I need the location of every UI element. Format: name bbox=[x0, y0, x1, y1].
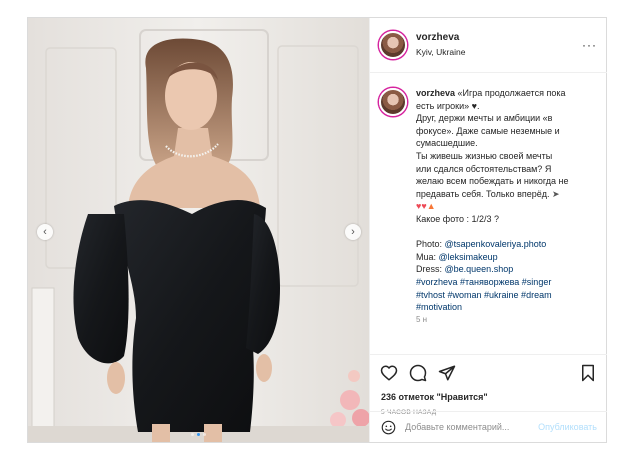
mention-link[interactable]: @be.queen.shop bbox=[445, 264, 514, 274]
carousel-dot bbox=[191, 433, 194, 436]
hashtag-link[interactable]: #tvhost #woman #ukraine #dream bbox=[416, 289, 598, 302]
caption-line: или сдался обстоятельствам? Я bbox=[416, 163, 552, 174]
caption-text: vorzheva «Игра продолжается пока есть иг… bbox=[416, 87, 598, 326]
mention-link[interactable]: @tsapenkovaleriya.photo bbox=[445, 239, 547, 249]
comment-box: Опубликовать bbox=[370, 411, 607, 443]
author-username[interactable]: vorzheva bbox=[416, 32, 459, 43]
smiley-icon[interactable] bbox=[381, 420, 396, 435]
heart-icon[interactable] bbox=[380, 364, 398, 382]
author-location[interactable]: Kyiv, Ukraine bbox=[416, 47, 465, 57]
carousel-indicator bbox=[28, 433, 369, 436]
instagram-post: ‹ › vorzheva Kyiv, Ukraine ··· vorzheva … bbox=[27, 17, 607, 443]
hashtag-link[interactable]: #motivation bbox=[416, 301, 598, 314]
caption-line: есть игроки» bbox=[416, 100, 470, 111]
carousel-dot bbox=[203, 433, 206, 436]
comment-input[interactable] bbox=[405, 419, 545, 435]
mention-link[interactable]: @leksimakeup bbox=[439, 252, 498, 262]
photo-illustration bbox=[28, 18, 369, 442]
post-side-panel: vorzheva Kyiv, Ukraine ··· vorzheva «Игр… bbox=[369, 18, 607, 442]
hashtag-link[interactable]: #vorzheva #таняворжева #singer bbox=[416, 276, 598, 289]
post-photo[interactable]: ‹ › bbox=[28, 18, 369, 442]
caption-line: Друг, держи мечты и амбиции «в bbox=[416, 113, 553, 124]
post-actions: 236 отметок "Нравится" 5 ЧАСОВ НАЗАД Опу… bbox=[370, 354, 607, 443]
caption-timestamp: 5 н bbox=[416, 314, 428, 324]
avatar[interactable] bbox=[379, 31, 407, 59]
paper-plane-icon[interactable] bbox=[438, 364, 456, 382]
publish-button[interactable]: Опубликовать bbox=[538, 422, 597, 432]
caption-line: Какое фото : 1/2/3 ? bbox=[416, 213, 500, 224]
credit-label: Photo: bbox=[416, 239, 445, 250]
carousel-dot-active bbox=[197, 433, 200, 436]
chevron-right-icon[interactable]: › bbox=[345, 224, 361, 240]
post-caption: vorzheva «Игра продолжается пока есть иг… bbox=[370, 73, 607, 353]
chevron-left-icon[interactable]: ‹ bbox=[37, 224, 53, 240]
likes-count[interactable]: 236 отметок "Нравится" bbox=[381, 392, 488, 402]
post-header: vorzheva Kyiv, Ukraine ··· bbox=[370, 18, 607, 73]
rocket-icon: ➤ bbox=[552, 188, 560, 199]
caption-line: фокусе». Даже самые неземные и bbox=[416, 125, 560, 136]
comment-icon[interactable] bbox=[409, 364, 427, 382]
caption-line: желаю всем побеждать и никогда не bbox=[416, 176, 569, 187]
caption-line: предавать себя. Только вперёд. bbox=[416, 188, 550, 199]
caption-username[interactable]: vorzheva bbox=[416, 88, 455, 98]
fire-icon: ▲ bbox=[426, 201, 436, 212]
caption-line: сумасшедшие. bbox=[416, 138, 478, 149]
caption-line: Ты живешь жизнью своей мечты bbox=[416, 150, 553, 161]
credit-label: Dress: bbox=[416, 264, 445, 275]
black-heart-icon: ♥ bbox=[471, 100, 477, 111]
credit-label: Mua: bbox=[416, 251, 439, 262]
caption-avatar[interactable] bbox=[379, 88, 407, 116]
caption-line: «Игра продолжается пока bbox=[457, 88, 566, 98]
more-options-icon[interactable]: ··· bbox=[582, 39, 597, 51]
bookmark-icon[interactable] bbox=[579, 364, 597, 382]
